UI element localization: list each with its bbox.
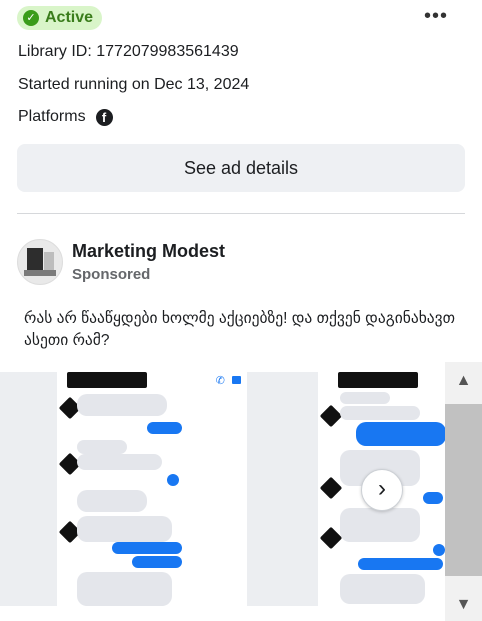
carousel-next-button[interactable]: › (361, 469, 403, 511)
media-carousel[interactable]: ✆ ✆ (0, 372, 482, 606)
sponsored-label: Sponsored (72, 266, 151, 283)
platforms-label: Platforms (18, 108, 86, 125)
facebook-icon: f (95, 108, 113, 126)
see-ad-details-button[interactable]: See ad details (17, 144, 465, 192)
avatar[interactable] (17, 239, 63, 285)
ellipsis-icon[interactable]: ••• (424, 6, 448, 26)
status-badge: ✓ Active (17, 6, 103, 30)
check-circle-icon: ✓ (23, 10, 39, 26)
library-id: Library ID: 1772079983561439 (18, 43, 239, 60)
carousel-card-1[interactable]: ✆ (57, 372, 247, 606)
scroll-up-arrow-icon[interactable]: ▲ (445, 366, 482, 396)
scroll-down-arrow-icon[interactable]: ▼ (445, 590, 482, 620)
advertiser-name[interactable]: Marketing Modest (72, 241, 225, 262)
divider (17, 213, 465, 214)
platforms-row: Platforms f (18, 108, 113, 126)
scrollbar-thumb[interactable] (445, 404, 482, 576)
started-running: Started running on Dec 13, 2024 (18, 76, 250, 93)
status-label: Active (45, 9, 94, 26)
ad-caption: რას არ წააწყდები ხოლმე აქციებზე! და თქვე… (24, 310, 456, 349)
